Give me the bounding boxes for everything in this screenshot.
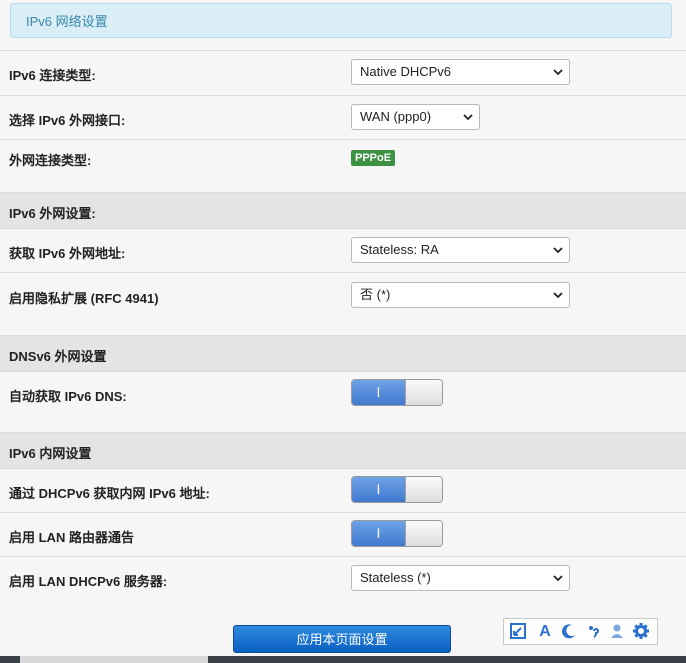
floating-toolbar: A — [503, 618, 658, 645]
row-conn-type: IPv6 连接类型: Native DHCPv6 — [0, 50, 686, 95]
toggle-knob — [405, 521, 442, 546]
dhcpv6-lan-addr-label: 通过 DHCPv6 获取内网 IPv6 地址: — [9, 486, 210, 501]
chevron-down-icon — [463, 114, 473, 121]
toggle-knob — [405, 380, 442, 405]
comma-icon[interactable] — [584, 622, 604, 642]
get-addr-select[interactable]: Stateless: RA — [351, 237, 570, 263]
gear-icon[interactable] — [631, 622, 651, 642]
user-icon[interactable] — [607, 622, 627, 642]
get-addr-value: Stateless: RA — [360, 242, 439, 257]
toggle-on-state: I — [352, 521, 405, 546]
conn-type-value: Native DHCPv6 — [360, 64, 452, 79]
ext-type-label: 外网连接类型: — [9, 153, 92, 168]
chevron-down-icon — [553, 292, 563, 299]
row-get-addr: 获取 IPv6 外网地址: Stateless: RA — [0, 228, 686, 272]
page-banner: IPv6 网络设置 — [10, 3, 672, 38]
row-auto-dns: 自动获取 IPv6 DNS: I — [0, 371, 686, 433]
row-privacy: 启用隐私扩展 (RFC 4941) 否 (*) — [0, 272, 686, 335]
row-wan-iface: 选择 IPv6 外网接口: WAN (ppp0) — [0, 95, 686, 139]
chevron-down-icon — [553, 69, 563, 76]
toggle-knob — [405, 477, 442, 502]
resize-icon[interactable] — [508, 622, 528, 642]
conn-type-select[interactable]: Native DHCPv6 — [351, 59, 570, 85]
section-dns: DNSv6 外网设置 — [0, 335, 686, 372]
wan-iface-label: 选择 IPv6 外网接口: — [9, 113, 126, 128]
privacy-value: 否 (*) — [360, 287, 391, 302]
chevron-down-icon — [553, 575, 563, 582]
row-lan-dhcpv6-server: 启用 LAN DHCPv6 服务器: Stateless (*) — [0, 556, 686, 600]
lan-ra-label: 启用 LAN 路由器通告 — [9, 530, 134, 545]
moon-icon[interactable] — [559, 622, 579, 642]
privacy-label: 启用隐私扩展 (RFC 4941) — [9, 291, 159, 306]
lan-dhcpv6-server-select[interactable]: Stateless (*) — [351, 565, 570, 591]
row-lan-ra: 启用 LAN 路由器通告 I — [0, 512, 686, 556]
page-title: IPv6 网络设置 — [26, 14, 108, 29]
get-addr-label: 获取 IPv6 外网地址: — [9, 246, 126, 261]
row-dhcpv6-lan-addr: 通过 DHCPv6 获取内网 IPv6 地址: I — [0, 468, 686, 512]
scrollbar-thumb[interactable] — [20, 656, 208, 663]
section-wan: IPv6 外网设置: — [0, 192, 686, 229]
chevron-down-icon — [553, 247, 563, 254]
toggle-on-state: I — [352, 380, 405, 405]
wan-iface-value: WAN (ppp0) — [360, 109, 432, 124]
apply-button[interactable]: 应用本页面设置 — [233, 625, 451, 653]
section-lan: IPv6 内网设置 — [0, 432, 686, 469]
lan-dhcpv6-server-label: 启用 LAN DHCPv6 服务器: — [9, 574, 168, 589]
section-wan-title: IPv6 外网设置: — [9, 206, 96, 221]
privacy-select[interactable]: 否 (*) — [351, 282, 570, 308]
lan-ra-toggle[interactable]: I — [351, 520, 443, 547]
section-dns-title: DNSv6 外网设置 — [9, 349, 107, 364]
ext-type-badge: PPPoE — [351, 150, 396, 166]
row-ext-type: 外网连接类型: PPPoE — [0, 139, 686, 193]
toggle-on-state: I — [352, 477, 405, 502]
lan-dhcpv6-server-value: Stateless (*) — [360, 570, 431, 585]
section-lan-title: IPv6 内网设置 — [9, 446, 92, 461]
dhcpv6-lan-addr-toggle[interactable]: I — [351, 476, 443, 503]
horizontal-scrollbar[interactable] — [0, 656, 686, 663]
auto-dns-toggle[interactable]: I — [351, 379, 443, 406]
font-icon[interactable]: A — [535, 622, 555, 642]
wan-iface-select[interactable]: WAN (ppp0) — [351, 104, 480, 130]
auto-dns-label: 自动获取 IPv6 DNS: — [9, 389, 127, 404]
conn-type-label: IPv6 连接类型: — [9, 68, 96, 83]
